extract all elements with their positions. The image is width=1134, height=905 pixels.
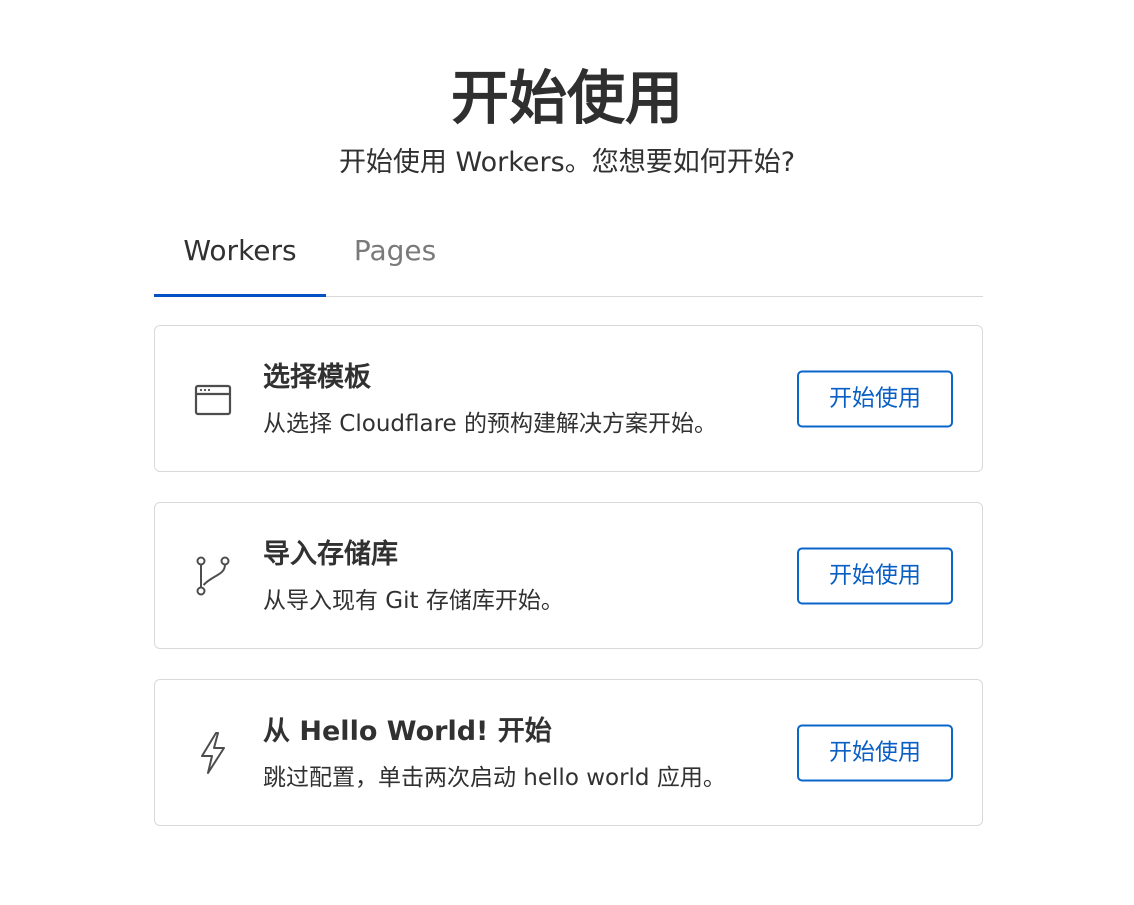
browser-window-icon [193,375,233,423]
card-description: 从选择 Cloudflare 的预构建解决方案开始。 [263,411,718,437]
page-title: 开始使用 [450,64,683,132]
card-select-template: 选择模板 从选择 Cloudflare 的预构建解决方案开始。 开始使用 [154,325,983,472]
card-title: 选择模板 [263,362,371,393]
lightning-bolt-icon [193,729,233,777]
tab-pages[interactable]: Pages [326,220,464,296]
page-subtitle: 开始使用 Workers。您想要如何开始? [338,147,796,178]
card-title: 从 Hello World! 开始 [263,716,552,747]
start-import-button[interactable]: 开始使用 [797,547,953,604]
card-hello-world: 从 Hello World! 开始 跳过配置，单击两次启动 hello worl… [154,679,983,826]
card-description: 从导入现有 Git 存储库开始。 [263,588,564,614]
card-import-repository: 导入存储库 从导入现有 Git 存储库开始。 开始使用 [154,502,983,649]
start-template-button[interactable]: 开始使用 [797,370,953,427]
get-started-page: 开始使用 开始使用 Workers。您想要如何开始? Workers Pages… [0,0,1134,905]
card-title: 导入存储库 [263,539,398,570]
tab-workers[interactable]: Workers [154,220,326,297]
tab-bar: Workers Pages [154,220,983,297]
card-description: 跳过配置，单击两次启动 hello world 应用。 [263,765,726,791]
start-hello-world-button[interactable]: 开始使用 [797,724,953,781]
git-branch-icon [193,552,233,600]
